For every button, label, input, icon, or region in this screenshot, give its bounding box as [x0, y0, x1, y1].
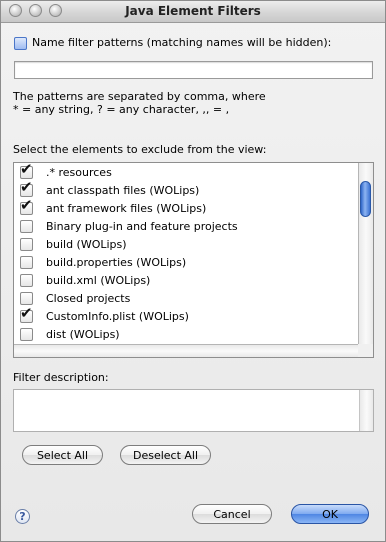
list-item[interactable]: build.xml (WOLips): [14, 272, 359, 290]
list-item[interactable]: Closed projects: [14, 290, 359, 308]
list-item[interactable]: build.properties (WOLips): [14, 254, 359, 272]
pattern-hint-line1: The patterns are separated by comma, whe…: [13, 90, 266, 103]
item-checkbox[interactable]: ✔: [20, 306, 33, 323]
list-item[interactable]: ✔ ant framework files (WOLips): [14, 198, 359, 218]
help-icon[interactable]: ?: [15, 509, 30, 524]
item-checkbox[interactable]: [20, 238, 33, 251]
cancel-button[interactable]: Cancel: [192, 504, 272, 524]
title-bar: Java Element Filters: [1, 1, 385, 23]
list-item[interactable]: ✔ ant classpath files (WOLips): [14, 178, 359, 200]
item-checkbox[interactable]: [20, 274, 33, 287]
item-label: Binary plug-in and feature projects: [46, 220, 238, 233]
name-filter-input[interactable]: [14, 61, 373, 79]
check-icon: ✔: [20, 304, 33, 322]
item-label: build.xml (WOLips): [46, 274, 151, 287]
pattern-hint-line2: * = any string, ? = any character, ,, = …: [13, 103, 230, 116]
list-item[interactable]: ✔ .* resources: [14, 160, 359, 182]
item-label: dist (WOLips): [46, 328, 120, 341]
scrollbar-thumb[interactable]: [360, 181, 371, 217]
list-item[interactable]: build (WOLips): [14, 236, 359, 254]
item-label: build.properties (WOLips): [46, 256, 187, 269]
item-label: build (WOLips): [46, 238, 127, 251]
item-checkbox[interactable]: [20, 328, 33, 341]
exclude-elements-heading: Select the elements to exclude from the …: [13, 143, 267, 156]
item-label: Closed projects: [46, 292, 131, 305]
item-label: .* resources: [46, 166, 112, 179]
name-filter-label: Name filter patterns (matching names wil…: [32, 36, 332, 49]
ok-button[interactable]: OK: [291, 504, 369, 524]
list-vertical-scrollbar[interactable]: [358, 163, 373, 344]
list-horizontal-scrollbar[interactable]: [14, 344, 359, 357]
window-title: Java Element Filters: [125, 4, 261, 18]
check-icon: ✔: [20, 196, 33, 214]
filter-description-field[interactable]: [13, 389, 374, 432]
java-element-filters-dialog: Java Element Filters Name filter pattern…: [0, 0, 386, 542]
item-checkbox[interactable]: [20, 256, 33, 269]
list-item[interactable]: ✔ CustomInfo.plist (WOLips): [14, 306, 359, 326]
name-filter-checkbox[interactable]: [14, 37, 27, 50]
filter-description-label: Filter description:: [13, 371, 109, 384]
deselect-all-button[interactable]: Deselect All: [120, 445, 211, 465]
item-checkbox[interactable]: [20, 220, 33, 233]
select-all-button[interactable]: Select All: [22, 445, 103, 465]
scrollbar-corner: [358, 344, 373, 357]
description-scrollbar[interactable]: [359, 390, 373, 431]
item-label: CustomInfo.plist (WOLips): [46, 310, 189, 323]
list-item[interactable]: dist (WOLips): [14, 326, 359, 344]
item-label: ant framework files (WOLips): [46, 202, 207, 215]
item-label: ant classpath files (WOLips): [46, 184, 200, 197]
exclude-elements-list[interactable]: ✔ .* resources ✔ ant classpath files (WO…: [13, 162, 374, 358]
check-icon: ✔: [20, 178, 33, 196]
check-icon: ✔: [20, 160, 33, 178]
list-item[interactable]: Binary plug-in and feature projects: [14, 218, 359, 236]
item-checkbox[interactable]: ✔: [20, 198, 33, 215]
